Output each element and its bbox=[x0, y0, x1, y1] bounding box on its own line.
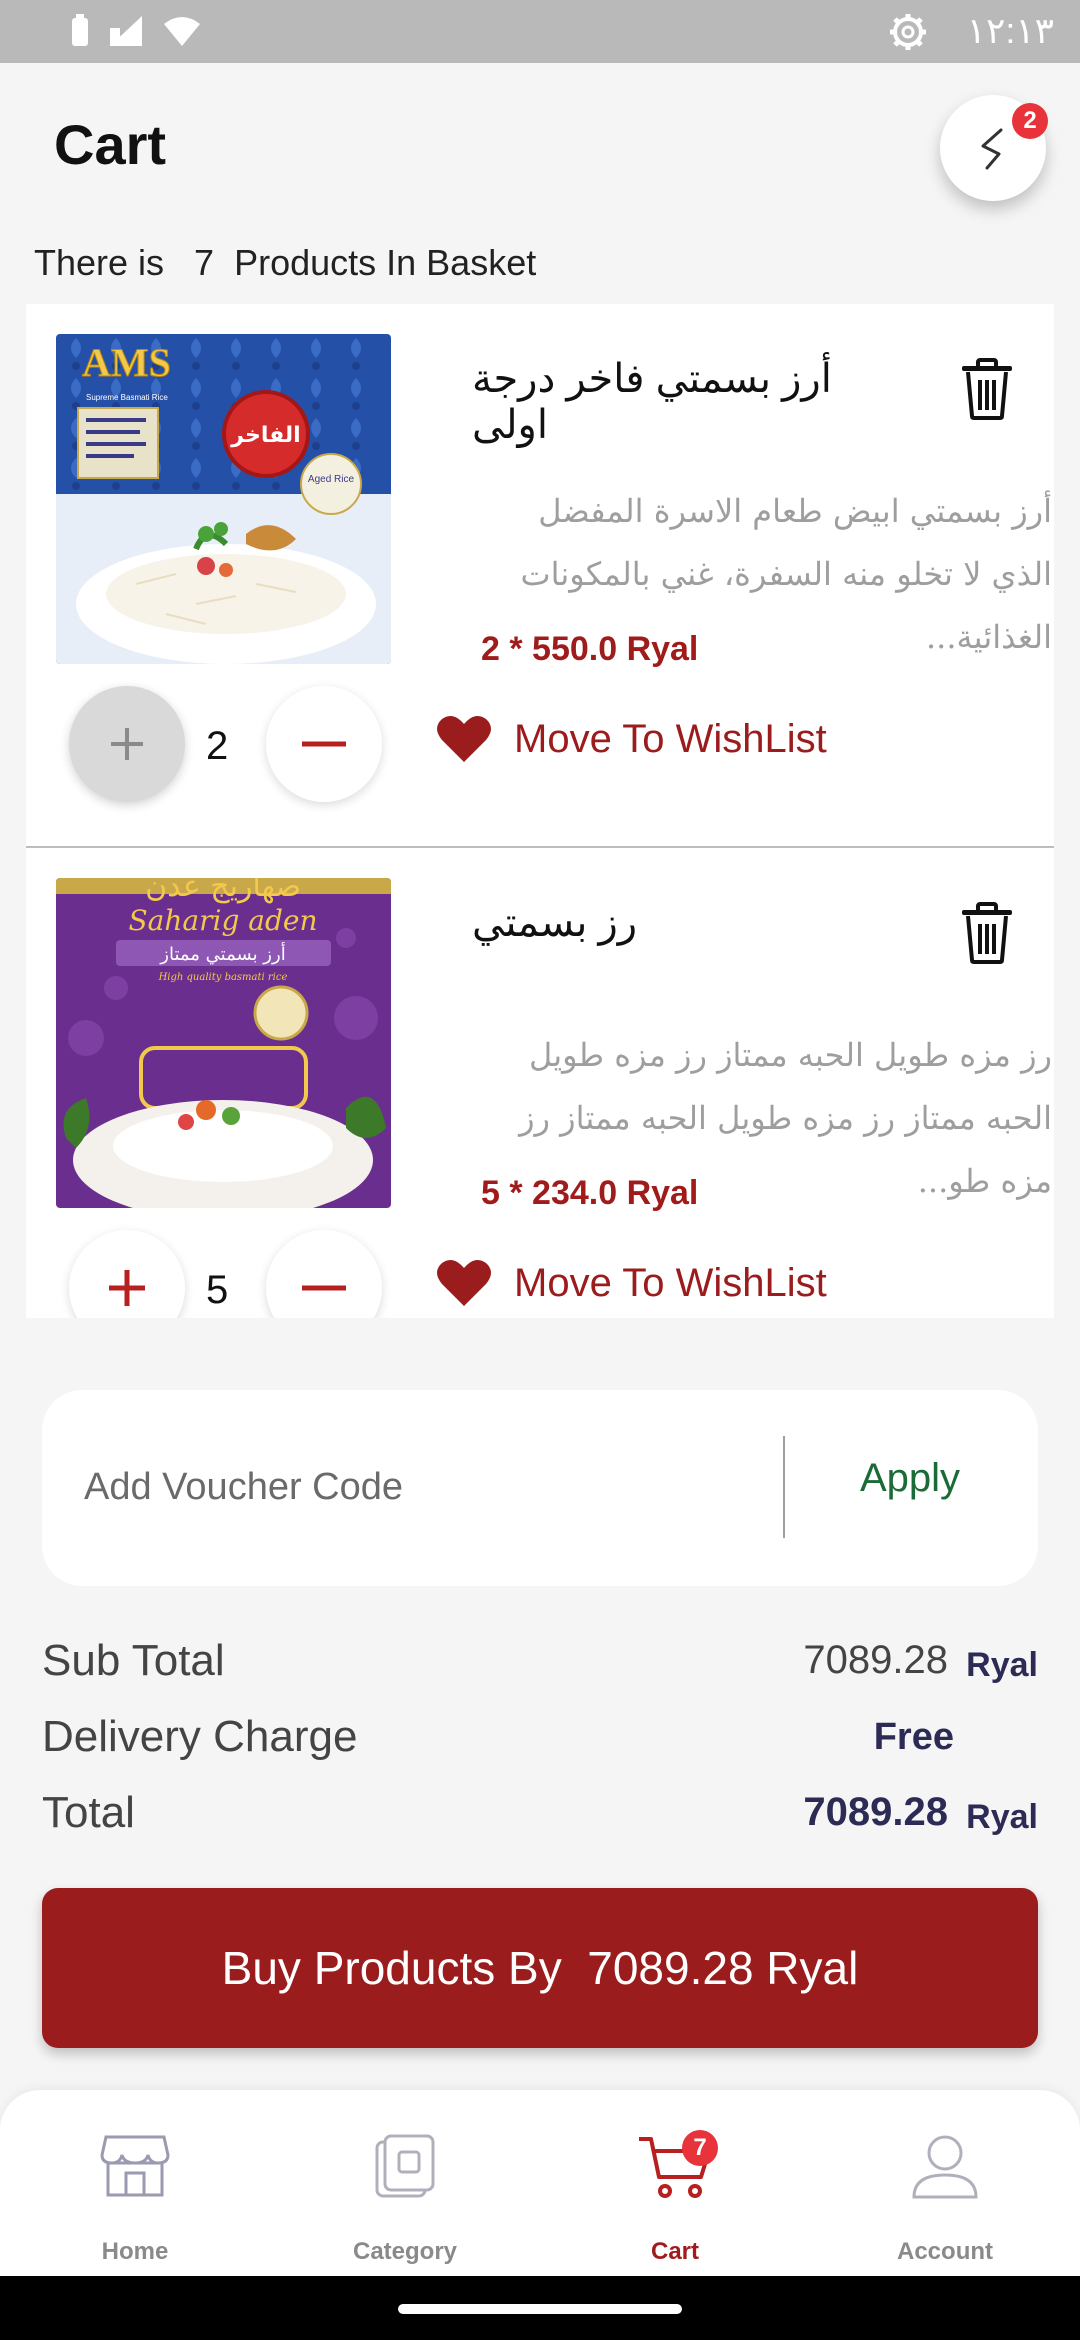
sub-total-value: 7089.28 bbox=[803, 1638, 948, 1682]
decrease-quantity-button[interactable] bbox=[266, 1230, 382, 1318]
image-subtitle-ar-text: أرز بسمتي ممتاز bbox=[159, 942, 285, 965]
image-brand-ar-text: صهاريج عدن bbox=[145, 878, 301, 904]
product-price: 5 * 234.0 Ryal bbox=[481, 1174, 699, 1212]
nav-item-home[interactable]: Home bbox=[0, 2090, 270, 2276]
decrease-quantity-button[interactable] bbox=[266, 686, 382, 802]
nav-label: Cart bbox=[650, 2238, 699, 2265]
total-value: 7089.28 bbox=[803, 1790, 948, 1834]
move-to-wishlist-button[interactable]: Move To WishList bbox=[436, 1258, 827, 1308]
product-image: AMS Supreme Basmati Rice الفاخر Aged Ric… bbox=[56, 334, 391, 664]
product-name[interactable]: أرز بسمتي فاخر درجة اولى bbox=[472, 356, 912, 448]
voucher-box: Apply bbox=[42, 1390, 1038, 1586]
battery-icon bbox=[72, 14, 88, 46]
total-row: Total 7089.28 Ryal bbox=[42, 1788, 1038, 1848]
cart-item: AMS Supreme Basmati Rice الفاخر Aged Ric… bbox=[26, 304, 1054, 846]
system-gesture-bar bbox=[0, 2276, 1080, 2340]
heart-icon bbox=[437, 1259, 491, 1306]
notification-badge: 2 bbox=[1012, 103, 1048, 139]
image-subtitle-text: Supreme Basmati Rice bbox=[86, 393, 168, 402]
nav-label: Category bbox=[352, 2238, 458, 2265]
nav-item-account[interactable]: Account bbox=[810, 2090, 1080, 2276]
image-brand-text: Saharig aden bbox=[129, 904, 318, 937]
apply-voucher-button[interactable]: Apply bbox=[860, 1456, 960, 1501]
sub-total-unit: Ryal bbox=[966, 1646, 1038, 1684]
sub-total-row: Sub Total 7089.28 Ryal bbox=[42, 1636, 1038, 1696]
settings-gear-icon bbox=[890, 14, 926, 50]
store-icon bbox=[100, 2135, 170, 2197]
trash-icon[interactable] bbox=[960, 902, 1014, 964]
heart-icon bbox=[437, 715, 491, 762]
plus-icon bbox=[109, 1270, 145, 1306]
sub-total-label: Sub Total bbox=[42, 1636, 225, 1685]
move-to-wishlist-button[interactable]: Move To WishList bbox=[436, 714, 827, 764]
minus-icon bbox=[302, 1285, 346, 1291]
cart-list[interactable]: AMS Supreme Basmati Rice الفاخر Aged Ric… bbox=[26, 304, 1054, 1318]
increase-quantity-button[interactable] bbox=[69, 1230, 185, 1318]
plus-icon bbox=[111, 728, 143, 760]
product-price: 2 * 550.0 Ryal bbox=[481, 630, 699, 668]
nav-label: Account bbox=[897, 2238, 993, 2265]
delivery-value: Free bbox=[873, 1716, 954, 1758]
nav-item-cart[interactable]: 7 Cart bbox=[540, 2090, 810, 2276]
category-icon bbox=[375, 2134, 435, 2198]
home-gesture-handle[interactable] bbox=[398, 2304, 682, 2314]
bottom-nav: Home Category 7 Cart Account bbox=[0, 2090, 1080, 2276]
image-aged-text: Aged Rice bbox=[308, 474, 355, 485]
signal-icon bbox=[110, 16, 142, 46]
total-unit: Ryal bbox=[966, 1798, 1038, 1836]
delivery-row: Delivery Charge Free bbox=[42, 1712, 1038, 1772]
product-image: صهاريج عدن Saharig aden أرز بسمتي ممتاز … bbox=[56, 878, 391, 1208]
image-badge-text: الفاخر bbox=[230, 423, 300, 448]
total-label: Total bbox=[42, 1788, 135, 1837]
wishlist-label: Move To WishList bbox=[514, 716, 827, 761]
cart-count-badge: 7 bbox=[682, 2130, 718, 2166]
nav-item-category[interactable]: Category bbox=[270, 2090, 540, 2276]
product-name[interactable]: رز بسمتي bbox=[472, 900, 912, 946]
trash-icon[interactable] bbox=[960, 358, 1014, 420]
voucher-code-input[interactable] bbox=[84, 1452, 734, 1522]
user-icon bbox=[912, 2135, 978, 2199]
image-subtitle-text: High quality basmati rice bbox=[158, 972, 288, 983]
image-brand-text: AMS bbox=[82, 340, 171, 385]
status-icons bbox=[70, 14, 202, 48]
minus-icon bbox=[302, 741, 346, 747]
status-bar: ١٢:١٣ bbox=[0, 0, 1080, 63]
quantity-value: 5 bbox=[206, 1268, 229, 1312]
back-arrow-icon bbox=[981, 128, 1003, 170]
page-title: Cart bbox=[54, 113, 167, 176]
delivery-label: Delivery Charge bbox=[42, 1712, 358, 1761]
wifi-icon bbox=[164, 17, 200, 46]
back-button[interactable]: 2 bbox=[940, 95, 1048, 201]
increase-quantity-button[interactable] bbox=[69, 686, 185, 802]
voucher-divider bbox=[783, 1436, 785, 1538]
status-time: ١٢:١٣ bbox=[966, 10, 1054, 51]
nav-label: Home bbox=[101, 2238, 169, 2265]
wishlist-label: Move To WishList bbox=[514, 1260, 827, 1305]
quantity-value: 2 bbox=[206, 724, 229, 768]
basket-count-text: There is 7 Products In Basket bbox=[34, 242, 537, 283]
cart-item: صهاريج عدن Saharig aden أرز بسمتي ممتاز … bbox=[26, 846, 1054, 1318]
buy-products-button[interactable]: Buy Products By 7089.28 Ryal bbox=[42, 1888, 1038, 2048]
